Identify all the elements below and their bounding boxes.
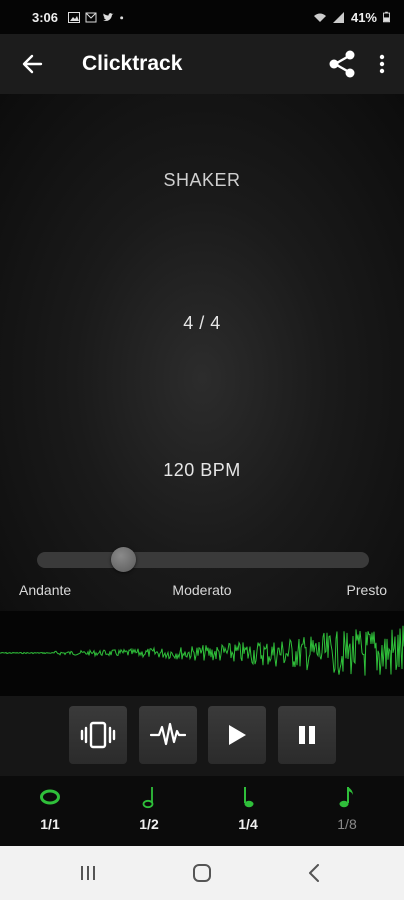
- time-signature-selector[interactable]: 4 / 4: [0, 313, 404, 334]
- tempo-slider-thumb[interactable]: [110, 547, 136, 572]
- note-value-eighth[interactable]: 1/8: [317, 784, 377, 832]
- sound-selector[interactable]: SHAKER: [0, 170, 404, 191]
- note-value-quarter[interactable]: 1/4: [218, 784, 278, 832]
- note-label-half: 1/2: [139, 816, 159, 832]
- status-time: 3:06: [32, 9, 59, 25]
- tempo-label-moderato: Moderato: [172, 582, 232, 598]
- more-options-button[interactable]: [364, 42, 400, 86]
- recents-icon: [81, 866, 95, 880]
- waveform-line: [0, 625, 404, 676]
- share-button[interactable]: [320, 42, 364, 86]
- metronome-panel: SHAKER 4 / 4 120 BPM Andante Moderato Pr…: [0, 94, 404, 611]
- waveform-graph: [0, 625, 404, 676]
- home-icon: [193, 864, 211, 882]
- note-label-whole: 1/1: [40, 816, 60, 832]
- waveform-icon: [150, 722, 186, 746]
- waveform-toggle-button[interactable]: [139, 706, 197, 764]
- pause-icon: [299, 726, 315, 744]
- share-icon: [329, 50, 355, 78]
- back-nav-icon: [309, 864, 319, 882]
- tempo-slider-track[interactable]: [37, 552, 369, 568]
- note-value-half[interactable]: 1/2: [119, 784, 179, 832]
- battery-percent: 41%: [350, 9, 377, 25]
- back-button[interactable]: [8, 40, 56, 88]
- waveform-display: [0, 611, 404, 696]
- gallery-icon: [68, 11, 81, 23]
- pause-button[interactable]: [278, 706, 336, 764]
- tempo-label-presto: Presto: [346, 582, 387, 598]
- eighth-note-icon: [339, 787, 353, 808]
- app-bar: Clicktrack: [0, 34, 404, 94]
- twitter-icon: [103, 12, 114, 21]
- screen: 3:06 41% Clicktrack SHAKER 4 / 4 120 BPM…: [0, 0, 404, 900]
- note-label-eighth: 1/8: [337, 816, 357, 832]
- system-navigation-bar: [0, 846, 404, 900]
- wifi-icon: [313, 13, 326, 22]
- battery-icon: [383, 11, 390, 23]
- play-icon: [229, 725, 246, 745]
- more-vert-icon: [379, 54, 385, 74]
- vibrate-icon: [80, 721, 116, 749]
- note-value-selector: 1/1 1/2 1/4 1/8: [0, 776, 404, 846]
- note-label-quarter: 1/4: [238, 816, 258, 832]
- status-bar: 3:06 41%: [0, 0, 404, 34]
- app-title: Clicktrack: [82, 52, 183, 75]
- playback-controls: [0, 696, 404, 776]
- back-arrow-icon: [22, 54, 43, 74]
- play-button[interactable]: [208, 706, 266, 764]
- dot-icon: [120, 15, 124, 19]
- recents-button[interactable]: [66, 856, 110, 890]
- quarter-note-icon: [244, 787, 254, 808]
- half-note-icon: [142, 787, 154, 809]
- gmail-icon: [85, 12, 97, 22]
- bpm-display[interactable]: 120 BPM: [0, 460, 404, 481]
- home-button[interactable]: [180, 856, 224, 890]
- back-nav-button[interactable]: [292, 856, 336, 890]
- note-value-whole[interactable]: 1/1: [20, 784, 80, 832]
- signal-icon: [332, 11, 344, 23]
- vibrate-button[interactable]: [69, 706, 127, 764]
- whole-note-icon: [40, 789, 60, 805]
